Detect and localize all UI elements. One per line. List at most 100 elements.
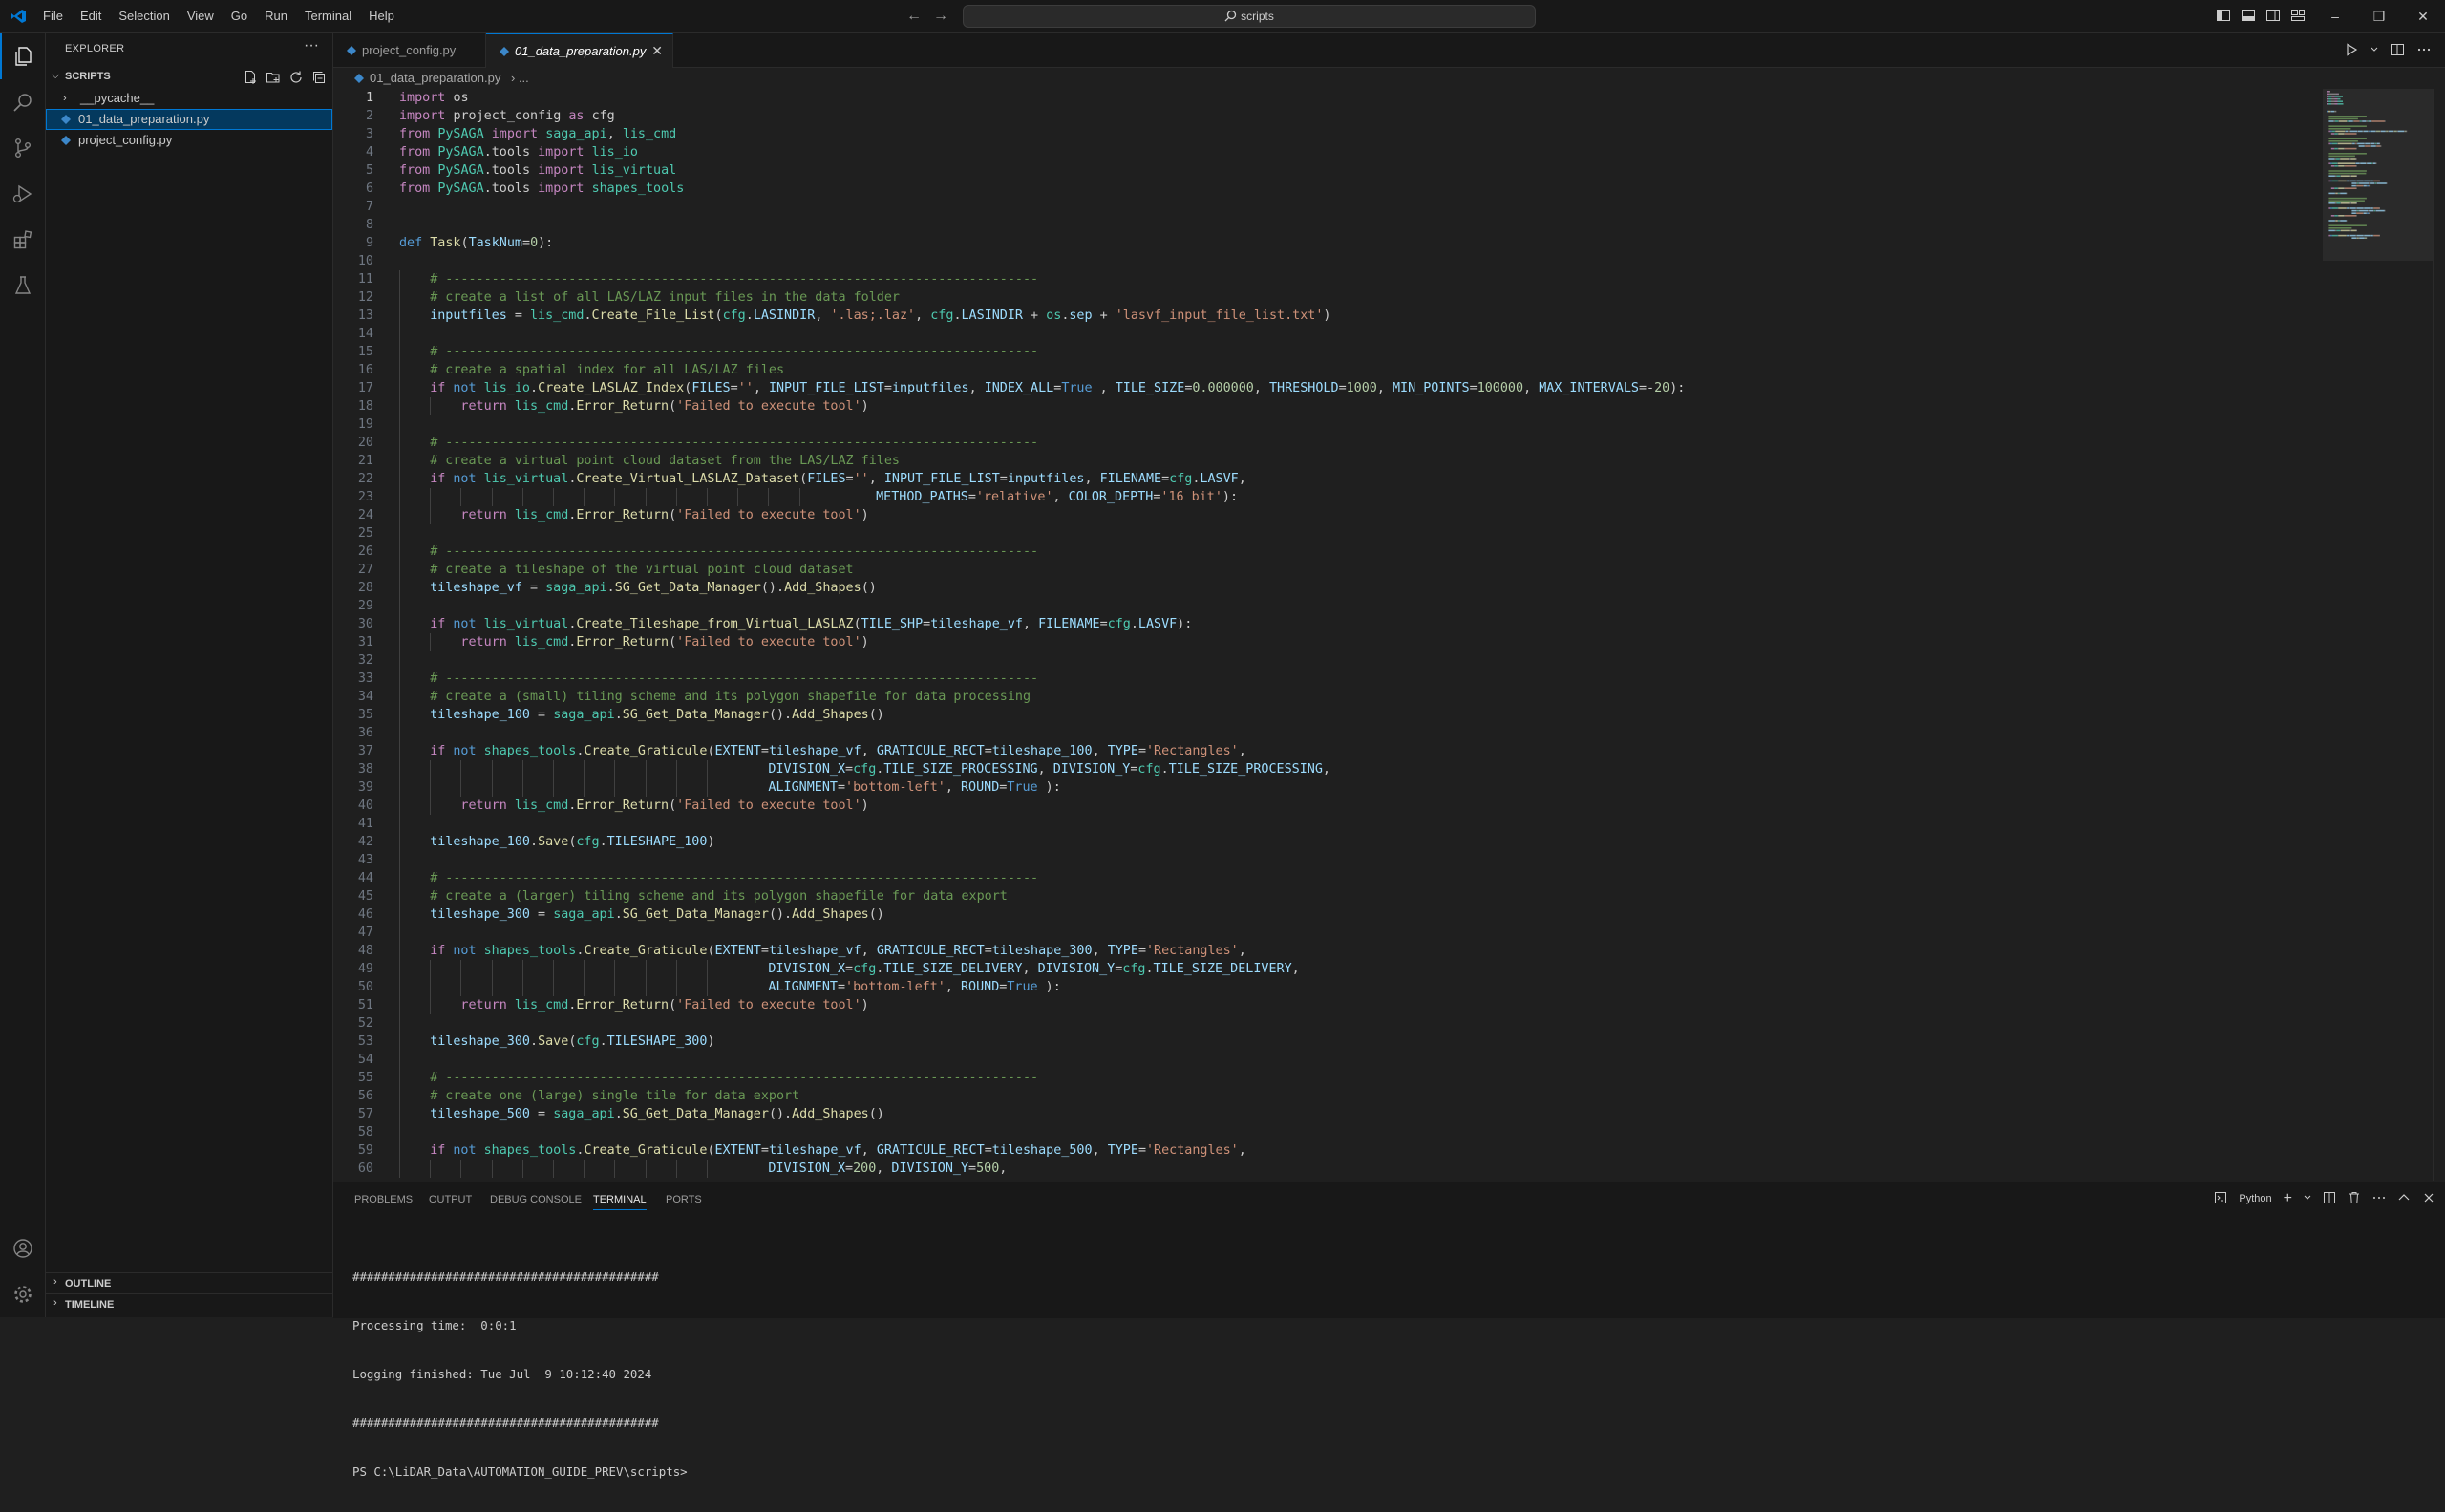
- editor-scrollbar[interactable]: [2433, 89, 2445, 1181]
- explorer-activity-icon[interactable]: [0, 33, 45, 79]
- code-line[interactable]: 51 return lis_cmd.Error_Return('Failed to…: [333, 996, 2320, 1014]
- code-line[interactable]: 33 # ------------------------------------…: [333, 670, 2320, 688]
- code-line[interactable]: 26 # ------------------------------------…: [333, 543, 2320, 561]
- breadcrumb-file[interactable]: 01_data_preparation.py: [370, 68, 500, 89]
- terminal-shell-name[interactable]: Python: [2239, 1193, 2271, 1204]
- code-line[interactable]: 15 # ------------------------------------…: [333, 343, 2320, 361]
- code-line[interactable]: 39 ALIGNMENT='bottom-left', ROUND=True ):: [333, 778, 2320, 797]
- forward-arrow-icon[interactable]: →: [932, 6, 949, 27]
- tab-ports[interactable]: PORTS: [666, 1194, 702, 1205]
- run-python-file-icon[interactable]: [2344, 42, 2359, 57]
- breadcrumb-symbol[interactable]: › ...: [511, 68, 529, 89]
- search-activity-icon[interactable]: [0, 79, 45, 125]
- code-line[interactable]: 16 # create a spatial index for all LAS/L…: [333, 361, 2320, 379]
- code-line[interactable]: 34 # create a (small) tiling scheme and i…: [333, 688, 2320, 706]
- new-file-icon[interactable]: [243, 70, 258, 85]
- code-line[interactable]: 38 DIVISION_X=cfg.TILE_SIZE_PROCESSING, D…: [333, 760, 2320, 778]
- split-editor-icon[interactable]: [2390, 42, 2405, 57]
- code-editor[interactable]: 1 import os 2 import project_config as cfg 3…: [333, 89, 2445, 1181]
- code-line[interactable]: 23 METHOD_PATHS='relative', COLOR_DEPTH='…: [333, 488, 2320, 506]
- refresh-icon[interactable]: [288, 70, 304, 85]
- code-line[interactable]: 1 import os: [333, 89, 2320, 107]
- close-tab-icon[interactable]: ✕: [651, 34, 663, 68]
- code-line[interactable]: 57 tileshape_500 = saga_api.SG_Get_Data_M…: [333, 1105, 2320, 1123]
- code-line[interactable]: 22 if not lis_virtual.Create_Virtual_LASL…: [333, 470, 2320, 488]
- code-line[interactable]: 19: [333, 415, 2320, 434]
- split-terminal-icon[interactable]: [2323, 1191, 2336, 1207]
- code-line[interactable]: 56 # create one (large) single tile for d…: [333, 1087, 2320, 1105]
- close-window-icon[interactable]: ✕: [2401, 0, 2445, 32]
- collapse-all-icon[interactable]: [311, 70, 327, 85]
- maximize-panel-chevron-up-icon[interactable]: [2397, 1191, 2411, 1207]
- code-line[interactable]: 41: [333, 815, 2320, 833]
- code-line[interactable]: 5 from PySAGA.tools import lis_virtual: [333, 161, 2320, 180]
- tree-folder-pycache[interactable]: › __pycache__: [46, 88, 332, 109]
- code-line[interactable]: 11 # ------------------------------------…: [333, 270, 2320, 288]
- menu-go[interactable]: Go: [223, 0, 256, 32]
- new-folder-icon[interactable]: [266, 70, 281, 85]
- testing-activity-icon[interactable]: [0, 263, 45, 309]
- code-line[interactable]: 13 inputfiles = lis_cmd.Create_File_List(…: [333, 307, 2320, 325]
- folder-header[interactable]: ⌵ SCRIPTS: [46, 67, 332, 88]
- code-line[interactable]: 58: [333, 1123, 2320, 1141]
- code-line[interactable]: 17 if not lis_io.Create_LASLAZ_Index(FILE…: [333, 379, 2320, 397]
- menu-terminal[interactable]: Terminal: [296, 0, 360, 32]
- code-line[interactable]: 43: [333, 851, 2320, 869]
- menu-view[interactable]: View: [179, 0, 223, 32]
- terminal-options-chevron-icon[interactable]: [2304, 1191, 2311, 1207]
- code-line[interactable]: 12 # create a list of all LAS/LAZ input f…: [333, 288, 2320, 307]
- code-line[interactable]: 6 from PySAGA.tools import shapes_tools: [333, 180, 2320, 198]
- close-panel-icon[interactable]: [2422, 1191, 2435, 1207]
- code-line[interactable]: 54: [333, 1051, 2320, 1069]
- code-line[interactable]: 24 return lis_cmd.Error_Return('Failed to…: [333, 506, 2320, 524]
- tree-file-project-config[interactable]: project_config.py: [46, 130, 332, 151]
- customize-layout-icon[interactable]: [2290, 8, 2306, 23]
- code-line[interactable]: 52: [333, 1014, 2320, 1033]
- code-line[interactable]: 59 if not shapes_tools.Create_Graticule(E…: [333, 1141, 2320, 1160]
- code-line[interactable]: 42 tileshape_100.Save(cfg.TILESHAPE_100): [333, 833, 2320, 851]
- menu-selection[interactable]: Selection: [110, 0, 178, 32]
- back-arrow-icon[interactable]: ←: [905, 6, 923, 27]
- extensions-activity-icon[interactable]: [0, 217, 45, 263]
- tab-output[interactable]: OUTPUT: [429, 1194, 472, 1205]
- code-line[interactable]: 4 from PySAGA.tools import lis_io: [333, 143, 2320, 161]
- terminal-output[interactable]: ########################################…: [352, 1236, 694, 1512]
- toggle-secondary-sidebar-icon[interactable]: [2265, 8, 2281, 23]
- accounts-activity-icon[interactable]: [0, 1225, 45, 1271]
- code-line[interactable]: 47: [333, 924, 2320, 942]
- code-line[interactable]: 48 if not shapes_tools.Create_Graticule(E…: [333, 942, 2320, 960]
- menu-file[interactable]: File: [34, 0, 72, 32]
- tab-debug-console[interactable]: DEBUG CONSOLE: [490, 1194, 582, 1205]
- source-control-activity-icon[interactable]: [0, 125, 45, 171]
- menu-help[interactable]: Help: [360, 0, 403, 32]
- outline-section-header[interactable]: › OUTLINE: [46, 1272, 332, 1294]
- code-line[interactable]: 10: [333, 252, 2320, 270]
- code-line[interactable]: 44 # ------------------------------------…: [333, 869, 2320, 887]
- code-line[interactable]: 21 # create a virtual point cloud dataset…: [333, 452, 2320, 470]
- code-line[interactable]: 32: [333, 651, 2320, 670]
- toggle-primary-sidebar-icon[interactable]: [2216, 8, 2231, 23]
- code-line[interactable]: 31 return lis_cmd.Error_Return('Failed to…: [333, 633, 2320, 651]
- code-line[interactable]: 60 DIVISION_X=200, DIVISION_Y=500,: [333, 1160, 2320, 1178]
- code-line[interactable]: 53 tileshape_300.Save(cfg.TILESHAPE_300): [333, 1033, 2320, 1051]
- code-line[interactable]: 27 # create a tileshape of the virtual po…: [333, 561, 2320, 579]
- run-options-chevron-icon[interactable]: [2371, 42, 2378, 57]
- code-line[interactable]: 30 if not lis_virtual.Create_Tileshape_fr…: [333, 615, 2320, 633]
- code-line[interactable]: 3 from PySAGA import saga_api, lis_cmd: [333, 125, 2320, 143]
- restore-icon[interactable]: ❐: [2357, 0, 2401, 32]
- more-actions-icon[interactable]: ···: [304, 37, 319, 54]
- tab-project-config[interactable]: project_config.py: [333, 33, 486, 67]
- tab-problems[interactable]: PROBLEMS: [354, 1194, 413, 1205]
- kill-terminal-trash-icon[interactable]: [2348, 1191, 2361, 1207]
- code-line[interactable]: 37 if not shapes_tools.Create_Graticule(E…: [333, 742, 2320, 760]
- timeline-section-header[interactable]: › TIMELINE: [46, 1293, 332, 1315]
- code-line[interactable]: 29: [333, 597, 2320, 615]
- editor-more-actions-icon[interactable]: [2416, 42, 2432, 57]
- panel-more-actions-icon[interactable]: [2372, 1191, 2386, 1207]
- tab-terminal[interactable]: TERMINAL: [593, 1194, 647, 1210]
- manage-gear-icon[interactable]: [0, 1271, 45, 1317]
- code-line[interactable]: 2 import project_config as cfg: [333, 107, 2320, 125]
- code-line[interactable]: 40 return lis_cmd.Error_Return('Failed to…: [333, 797, 2320, 815]
- code-line[interactable]: 8: [333, 216, 2320, 234]
- code-line[interactable]: 49 DIVISION_X=cfg.TILE_SIZE_DELIVERY, DIV…: [333, 960, 2320, 978]
